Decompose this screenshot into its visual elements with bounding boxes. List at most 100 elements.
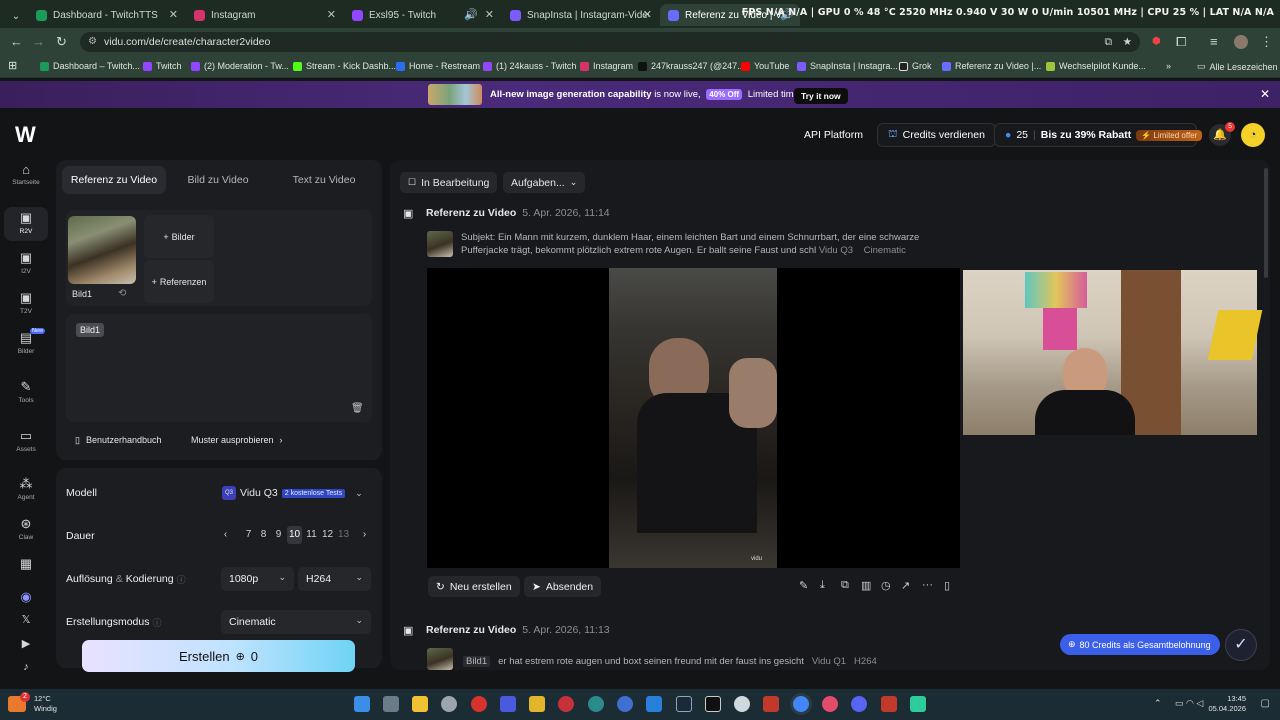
submit-button[interactable]: ➤ Absenden	[524, 576, 602, 597]
vidu-logo[interactable]: W	[15, 122, 36, 148]
scrollbar[interactable]	[1264, 168, 1268, 278]
api-platform-button[interactable]: API Platform	[794, 123, 873, 147]
app-icon[interactable]	[646, 696, 662, 712]
prompt-image-chip[interactable]: Bild1	[76, 323, 105, 337]
tab-dashboard[interactable]: Dashboard - TwitchTTS ✕	[28, 4, 184, 26]
steam-icon[interactable]	[676, 696, 692, 712]
duration-option[interactable]: 11	[304, 526, 319, 544]
audio-icon[interactable]: 🔊	[464, 8, 478, 21]
tab-reference-to-video[interactable]: Referenz zu Video	[62, 166, 166, 194]
tasks-dropdown[interactable]: Aufgaben... ⌄	[503, 172, 586, 193]
tab-list-button[interactable]: ⌄	[8, 5, 24, 27]
try-examples-link[interactable]: Muster ausprobieren ›	[191, 435, 283, 445]
history-icon[interactable]: ◷	[881, 579, 891, 592]
rail-home[interactable]: ⌂ Startseite	[4, 160, 48, 194]
file-explorer-icon[interactable]	[412, 696, 428, 712]
extensions-icon[interactable]: ⧠	[1176, 34, 1186, 50]
bookmark-item[interactable]: Wechselpilot Kunde...	[1046, 61, 1146, 71]
tab-image-to-video[interactable]: Bild zu Video	[166, 166, 270, 194]
app-icon[interactable]	[471, 696, 487, 712]
more-icon[interactable]: ···	[922, 579, 933, 591]
bookmark-star-icon[interactable]: ★	[1123, 32, 1132, 52]
info-icon[interactable]: ⓘ	[152, 616, 161, 629]
resolution-select[interactable]: 1080p ⌄	[221, 567, 294, 591]
notification-center-icon[interactable]: ▢	[1261, 698, 1270, 709]
rail-tiktok[interactable]: ♪	[4, 661, 48, 677]
frame-icon[interactable]: ▥	[861, 579, 871, 592]
calculator-icon[interactable]	[383, 696, 399, 712]
job2-reference-thumbnail[interactable]	[427, 648, 453, 670]
back-icon[interactable]: ←	[10, 34, 23, 49]
discord-icon[interactable]	[851, 696, 867, 712]
rail-tools[interactable]: ✎ Tools	[4, 379, 48, 409]
duration-prev-icon[interactable]: ‹	[218, 526, 233, 544]
weather-widget[interactable]: 12°C Windig	[34, 694, 57, 714]
clock[interactable]: 13:45 05.04.2026	[1208, 694, 1246, 714]
app-icon[interactable]	[734, 696, 750, 712]
duration-option[interactable]: 7	[241, 526, 256, 544]
rail-agent[interactable]: ⁂ Agent	[4, 476, 48, 506]
more-bookmarks-icon[interactable]: »	[1166, 61, 1171, 71]
try-it-now-button[interactable]: Try it now	[794, 88, 848, 104]
rail-images[interactable]: ▤ Bilder New	[4, 328, 48, 360]
rail-x[interactable]: 𝕏	[4, 613, 48, 629]
bookmark-item[interactable]: Dashboard – Twitch...	[40, 61, 140, 71]
recreate-button[interactable]: ↻ Neu erstellen	[428, 576, 520, 597]
app-icon[interactable]	[763, 696, 779, 712]
duration-option[interactable]: 12	[320, 526, 335, 544]
rail-t2v[interactable]: ▣ T2V	[4, 290, 48, 320]
app-icon[interactable]	[588, 696, 604, 712]
add-images-button[interactable]: + Bilder	[144, 215, 214, 258]
app-icon[interactable]	[617, 696, 633, 712]
tray-icons[interactable]: ▭ ◠ ◁	[1175, 698, 1203, 709]
app-icon[interactable]	[910, 696, 926, 712]
extend-icon[interactable]: ⧉	[841, 579, 849, 592]
app-icon[interactable]	[881, 696, 897, 712]
bookmark-item[interactable]: Stream - Kick Dashb...	[293, 61, 396, 71]
rail-discord[interactable]: ◉	[4, 589, 48, 605]
rail-claw[interactable]: ⊛ Claw	[4, 516, 48, 546]
tab-instagram[interactable]: Instagram ✕	[186, 4, 342, 26]
reload-icon[interactable]: ↻	[56, 34, 67, 50]
bookmark-item[interactable]: YouTube	[741, 61, 789, 71]
profile-avatar[interactable]	[1234, 35, 1248, 49]
close-icon[interactable]: ✕	[643, 8, 652, 21]
reward-banner[interactable]: ⊕ 80 Credits als Gesamtbelohnung	[1060, 634, 1220, 655]
mouse-app-icon[interactable]	[441, 696, 457, 712]
media-control-icon[interactable]: ≡	[1210, 34, 1218, 49]
tab-text-to-video[interactable]: Text zu Video	[272, 166, 376, 194]
close-icon[interactable]: ✕	[485, 8, 494, 21]
close-icon[interactable]: ✕	[1260, 87, 1270, 101]
bookmark-item[interactable]: Instagram	[580, 61, 633, 71]
app-icon[interactable]	[558, 696, 574, 712]
in-progress-filter[interactable]: ☐ In Bearbeitung	[400, 172, 498, 193]
bookmark-item[interactable]: Home - Restream	[396, 61, 480, 71]
apps-icon[interactable]: ⊞	[8, 59, 17, 72]
bookmark-item[interactable]: Referenz zu Video |...	[942, 61, 1041, 71]
bookmark-item[interactable]: Grok	[899, 61, 932, 71]
prompt-textarea[interactable]	[66, 314, 372, 422]
close-icon[interactable]: ✕	[327, 8, 336, 21]
codec-select[interactable]: H264 ⌄	[298, 567, 371, 591]
duration-option-selected[interactable]: 10	[287, 526, 302, 544]
install-app-icon[interactable]: ⧉	[1105, 32, 1113, 52]
checkin-icon[interactable]: ✓	[1225, 629, 1257, 661]
user-manual-link[interactable]: ▯ Benutzerhandbuch	[75, 435, 162, 446]
chrome-icon[interactable]	[793, 696, 809, 712]
app-icon[interactable]	[705, 696, 721, 712]
opera-icon[interactable]	[822, 696, 838, 712]
bookmark-icon[interactable]: ▯	[944, 579, 950, 592]
vscode-icon[interactable]	[500, 696, 516, 712]
bookmark-item[interactable]: SnapInsta | Instagra...	[797, 61, 898, 71]
adblock-icon[interactable]: ⬢	[1152, 36, 1161, 47]
tray-chevron-icon[interactable]: ⌃	[1154, 698, 1162, 709]
site-info-icon[interactable]: ⚙	[88, 32, 97, 52]
start-icon[interactable]	[354, 696, 370, 712]
duration-option[interactable]: 8	[256, 526, 271, 544]
user-avatar[interactable]: ◔	[1241, 123, 1265, 147]
url-field[interactable]: ⚙ vidu.com/de/create/character2video ⧉ ★	[80, 32, 1140, 52]
add-references-button[interactable]: + Referenzen	[144, 260, 214, 303]
app-icon[interactable]	[529, 696, 545, 712]
info-icon[interactable]: ⓘ	[177, 573, 186, 586]
credits-balance-button[interactable]: ● 25 | Bis zu 39% Rabatt ⚡ Limited offer	[994, 123, 1203, 147]
